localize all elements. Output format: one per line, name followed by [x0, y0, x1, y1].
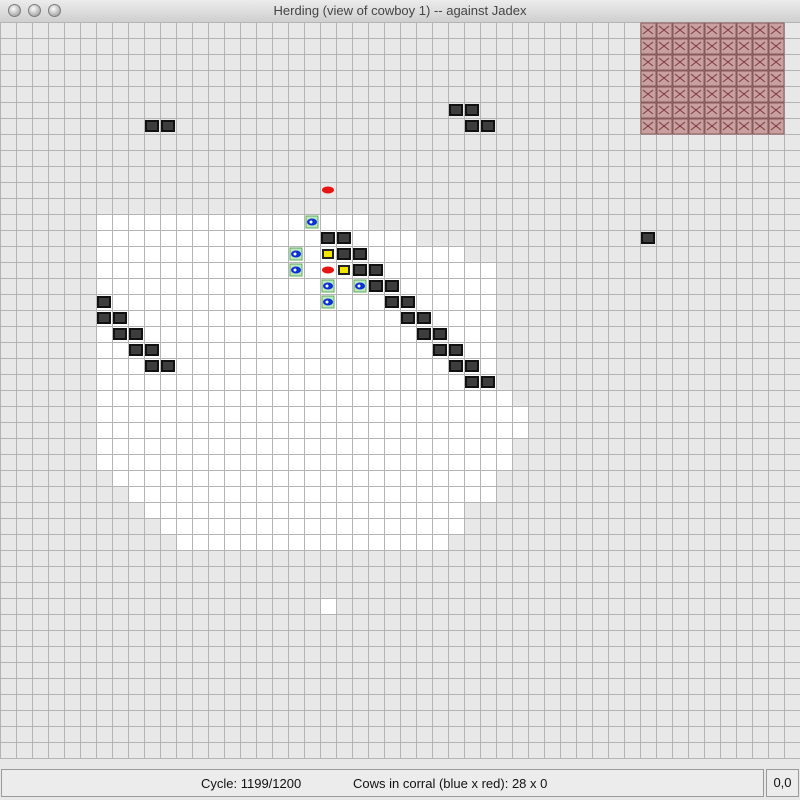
status-panel: Cycle: 1199/1200 Cows in corral (blue x … [1, 769, 764, 797]
window-title: Herding (view of cowboy 1) -- against Ja… [273, 3, 527, 18]
title-bar: Herding (view of cowboy 1) -- against Ja… [0, 0, 800, 23]
corral-score-label: Cows in corral (blue x red): 28 x 0 [353, 776, 548, 791]
status-bar: Cycle: 1199/1200 Cows in corral (blue x … [0, 768, 800, 800]
coordinates-readout: 0,0 [766, 769, 799, 797]
red-cowboy-icon [322, 186, 334, 194]
red-cowboy-icon [322, 266, 334, 274]
cycle-label: Cycle: 1199/1200 [201, 776, 302, 791]
herding-grid[interactable] [0, 22, 800, 768]
